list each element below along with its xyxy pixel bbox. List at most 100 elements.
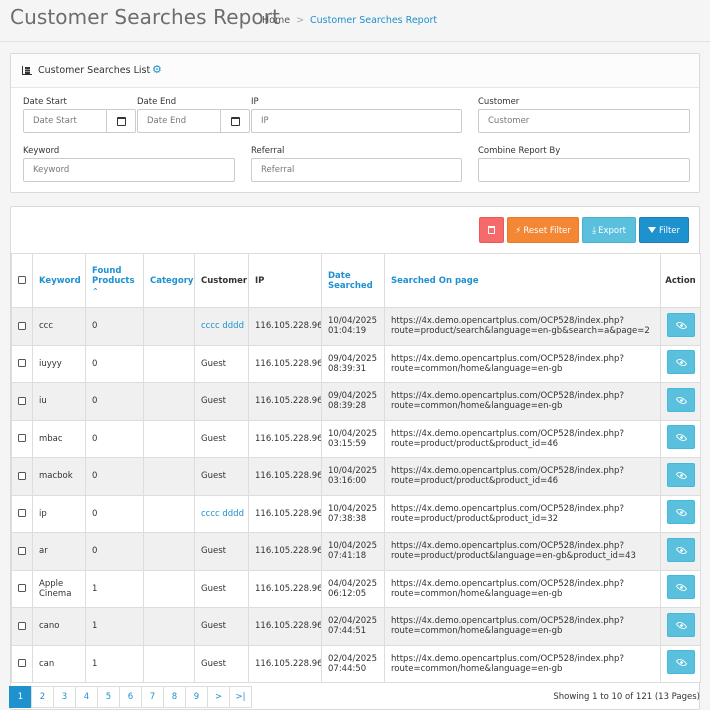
- panel-title: Customer Searches List: [38, 65, 151, 76]
- col-date-searched[interactable]: Date Searched: [321, 253, 385, 308]
- page-link[interactable]: 4: [75, 686, 98, 708]
- customer-cell: cccc dddd: [194, 307, 249, 346]
- row-checkbox[interactable]: [18, 471, 26, 480]
- eye-icon: [675, 582, 687, 594]
- row-checkbox[interactable]: [18, 584, 26, 593]
- view-button[interactable]: [666, 650, 695, 675]
- row-checkbox[interactable]: [18, 509, 26, 518]
- row-checkbox[interactable]: [18, 321, 26, 330]
- keyword-input[interactable]: [23, 158, 235, 182]
- view-button[interactable]: [666, 425, 695, 450]
- url-line-2: route=product/product&product_id=32: [391, 513, 559, 524]
- row-checkbox[interactable]: [18, 396, 26, 405]
- url-line-2: route=common/home&language=en-gb: [391, 363, 563, 374]
- eye-icon: [675, 432, 687, 444]
- page-link[interactable]: 6: [119, 686, 142, 708]
- view-button[interactable]: [666, 575, 695, 600]
- url-line-1: https://4x.demo.opencartplus.com/OCP528/…: [391, 653, 624, 664]
- ip-input[interactable]: [251, 109, 462, 133]
- page-link[interactable]: 1: [9, 686, 32, 708]
- reset-filter-label: Reset Filter: [523, 226, 571, 236]
- url-line-1: https://4x.demo.opencartplus.com/OCP528/…: [391, 466, 624, 477]
- view-button[interactable]: [666, 612, 695, 637]
- page-link[interactable]: 7: [141, 686, 164, 708]
- col-found-products[interactable]: Found Products ⌃: [85, 253, 144, 308]
- page-link[interactable]: 2: [31, 686, 54, 708]
- row-select-cell: [11, 569, 33, 608]
- date-cell: 10/04/2025 07:38:38: [321, 494, 385, 533]
- breadcrumb-current[interactable]: Customer Searches Report: [310, 15, 437, 26]
- row-checkbox[interactable]: [18, 359, 26, 368]
- action-cell: [660, 344, 701, 383]
- searched-on-cell: https://4x.demo.opencartplus.com/OCP528/…: [384, 307, 661, 346]
- breadcrumb-home[interactable]: Home: [262, 15, 290, 26]
- referral-input[interactable]: [251, 158, 462, 182]
- category-cell: [143, 607, 195, 646]
- download-icon: ⤓: [592, 226, 597, 236]
- row-checkbox[interactable]: [18, 434, 26, 443]
- date-cell: 10/04/2025 03:16:00: [321, 457, 385, 496]
- funnel-icon: [647, 227, 656, 233]
- time-value: 07:41:18: [328, 551, 367, 562]
- table-header-row: Keyword Found Products ⌃ Category Custome…: [11, 253, 701, 308]
- row-checkbox[interactable]: [18, 546, 26, 555]
- row-checkbox[interactable]: [18, 621, 26, 630]
- customer-name: Guest: [201, 358, 226, 369]
- customer-input[interactable]: [478, 109, 690, 133]
- ip-cell: 116.105.228.96: [248, 457, 322, 496]
- found-products-cell: 1: [85, 569, 144, 608]
- col-searched-on[interactable]: Searched On page: [384, 253, 661, 308]
- date-cell: 02/04/2025 07:44:51: [321, 607, 385, 646]
- page-link[interactable]: >: [207, 686, 230, 708]
- customer-cell: Guest: [194, 644, 249, 683]
- export-button[interactable]: ⤓ Export: [582, 217, 636, 243]
- page-link[interactable]: 8: [163, 686, 186, 708]
- searched-on-cell: https://4x.demo.opencartplus.com/OCP528/…: [384, 644, 661, 683]
- date-start-input[interactable]: [23, 109, 107, 133]
- searched-on-cell: https://4x.demo.opencartplus.com/OCP528/…: [384, 607, 661, 646]
- url-line-1: https://4x.demo.opencartplus.com/OCP528/…: [391, 541, 624, 552]
- date-cell: 10/04/2025 01:04:19: [321, 307, 385, 346]
- keyword-cell: ar: [32, 532, 86, 571]
- customer-name[interactable]: cccc dddd: [201, 509, 244, 519]
- view-button[interactable]: [666, 537, 695, 562]
- ip-label: IP: [251, 97, 259, 107]
- delete-button[interactable]: [479, 217, 504, 243]
- customer-name[interactable]: cccc dddd: [201, 321, 244, 331]
- page-link[interactable]: 5: [97, 686, 120, 708]
- date-cell: 09/04/2025 08:39:28: [321, 382, 385, 421]
- found-products-cell: 0: [85, 419, 144, 458]
- date-start-calendar-button[interactable]: [107, 109, 136, 133]
- row-checkbox[interactable]: [18, 659, 26, 668]
- col-category[interactable]: Category: [143, 253, 195, 308]
- customer-name: Guest: [201, 471, 226, 482]
- found-products-cell: 0: [85, 532, 144, 571]
- date-value: 10/04/2025: [328, 466, 377, 477]
- date-end-input[interactable]: [137, 109, 221, 133]
- url-line-1: https://4x.demo.opencartplus.com/OCP528/…: [391, 391, 624, 402]
- select-all-checkbox[interactable]: [18, 276, 26, 284]
- page-link[interactable]: 3: [53, 686, 76, 708]
- view-button[interactable]: [666, 387, 695, 412]
- view-button[interactable]: [666, 462, 695, 487]
- reset-filter-button[interactable]: ⚡ Reset Filter: [507, 217, 579, 243]
- searched-on-cell: https://4x.demo.opencartplus.com/OCP528/…: [384, 532, 661, 571]
- view-button[interactable]: [666, 350, 695, 375]
- select-all-cell: [11, 253, 33, 308]
- page-link[interactable]: 9: [185, 686, 208, 708]
- date-end-calendar-button[interactable]: [221, 109, 250, 133]
- customer-name: Guest: [201, 583, 226, 594]
- page-link[interactable]: >|: [229, 686, 252, 708]
- table-row: ip 0 cccc dddd 116.105.228.96 10/04/2025 07:3…: [11, 494, 701, 533]
- customer-cell: Guest: [194, 419, 249, 458]
- view-button[interactable]: [666, 312, 695, 337]
- combine-report-select[interactable]: [478, 158, 690, 182]
- gear-icon[interactable]: ⚙: [152, 64, 162, 75]
- col-keyword[interactable]: Keyword: [32, 253, 86, 308]
- date-value: 10/04/2025: [328, 503, 377, 514]
- filter-button[interactable]: Filter: [639, 217, 689, 243]
- customer-label: Customer: [478, 97, 520, 107]
- keyword-cell: ccc: [32, 307, 86, 346]
- view-button[interactable]: [666, 500, 695, 525]
- action-cell: [660, 382, 701, 421]
